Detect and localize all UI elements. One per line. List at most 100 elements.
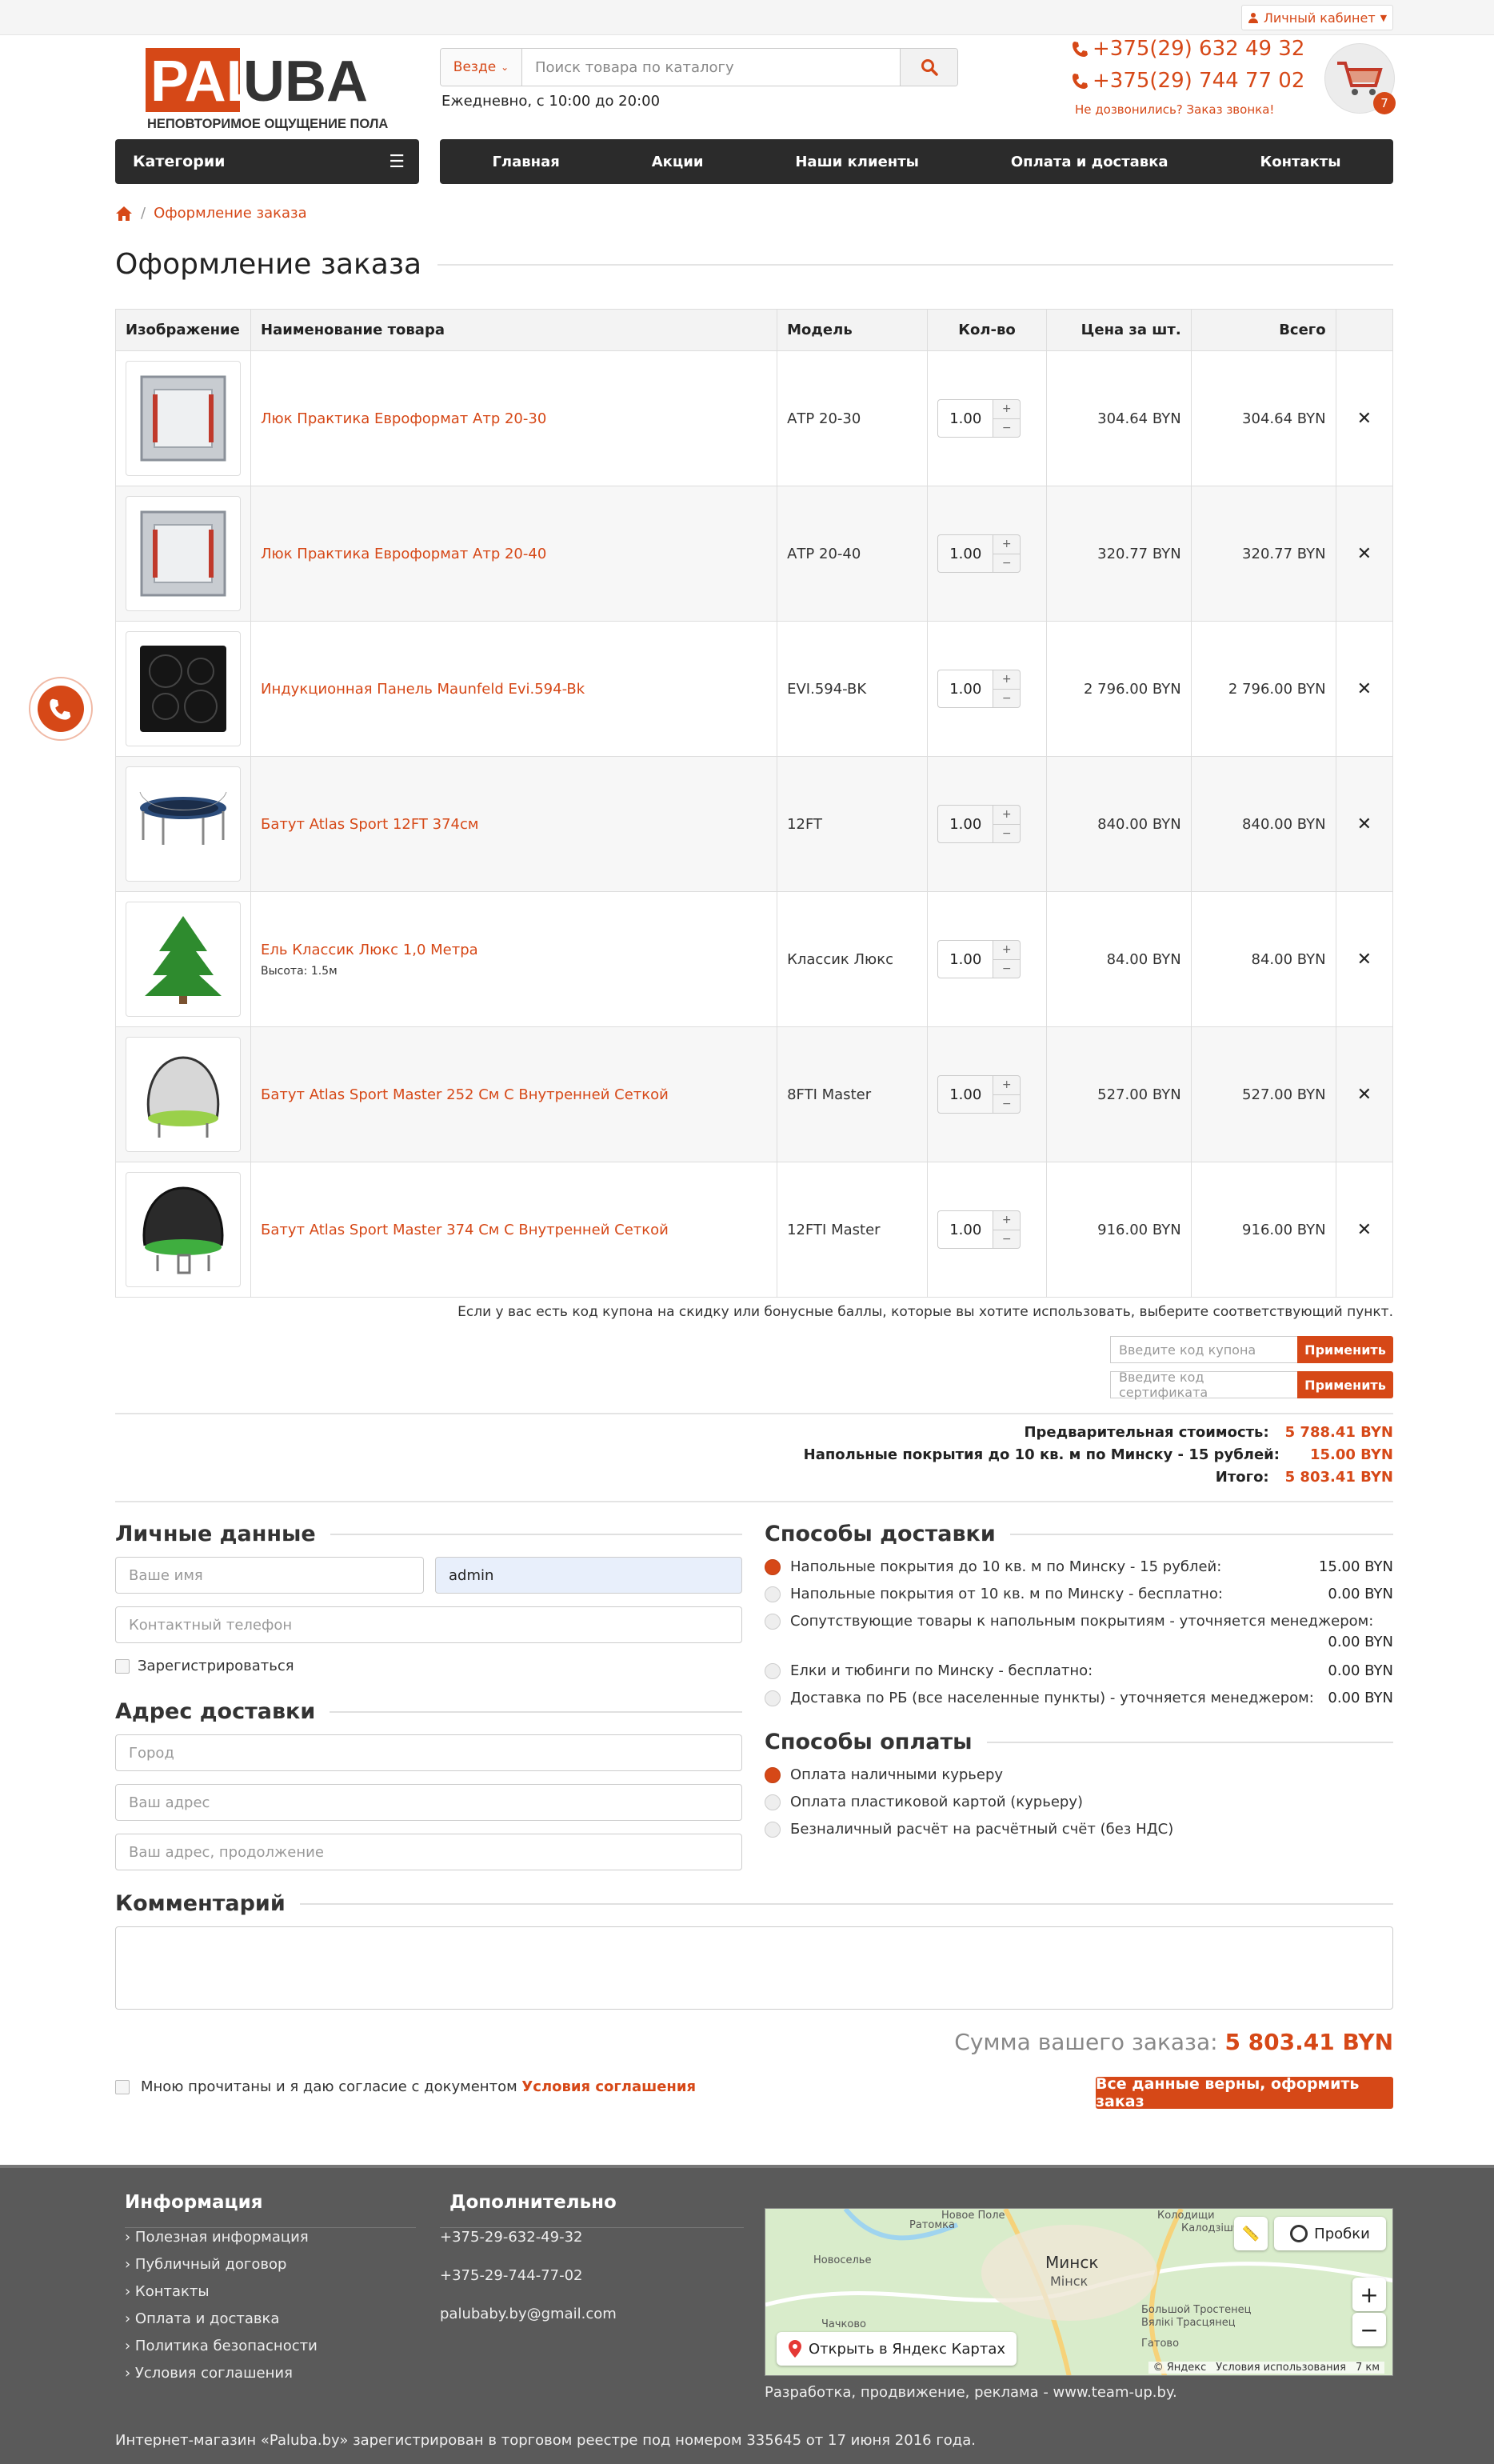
plus-icon[interactable]: + (993, 400, 1021, 419)
radio-selected-icon[interactable] (765, 1766, 781, 1783)
open-yandex-maps-button[interactable]: Открыть в Яндекс Картах (777, 2332, 1017, 2366)
minus-icon[interactable]: − (993, 1230, 1020, 1249)
zoom-in-button[interactable]: + (1352, 2278, 1386, 2311)
remove-icon[interactable]: ✕ (1335, 621, 1394, 757)
username-field[interactable]: admin (435, 1557, 742, 1594)
name-field[interactable]: Ваше имя (115, 1557, 424, 1594)
minus-icon[interactable]: − (993, 960, 1020, 978)
quantity-stepper[interactable]: 1.00 + − (937, 1210, 1037, 1249)
product-name-link[interactable]: Люк Практика Евроформат Атр 20-30 (261, 410, 767, 427)
phone-1[interactable]: +375(29) 632 49 32 (1072, 37, 1304, 61)
payment-option[interactable]: Оплата пластиковой картой (курьеру) (765, 1794, 1083, 1810)
product-thumbnail[interactable] (126, 496, 241, 611)
plus-icon[interactable]: + (993, 1211, 1021, 1230)
radio-icon[interactable] (765, 1821, 781, 1838)
product-name-link[interactable]: Ель Классик Люкс 1,0 Метра (261, 942, 767, 958)
remove-icon[interactable]: ✕ (1335, 1162, 1394, 1298)
footer-phone-2[interactable]: +375-29-744-77-02 (440, 2267, 583, 2284)
zoom-out-button[interactable]: − (1352, 2313, 1386, 2346)
coupon-input[interactable]: Введите код купона (1110, 1336, 1297, 1363)
phone-field[interactable]: Контактный телефон (115, 1606, 742, 1643)
phone-2[interactable]: +375(29) 744 77 02 (1072, 69, 1304, 93)
minus-icon[interactable]: − (993, 1095, 1020, 1114)
quantity-input[interactable]: 1.00 (937, 805, 994, 843)
checkbox-icon[interactable] (115, 2079, 130, 2094)
payment-option[interactable]: Оплата наличными курьеру (765, 1766, 1003, 1783)
product-thumbnail[interactable] (126, 631, 241, 746)
apply-coupon-button[interactable]: Применить (1297, 1336, 1393, 1363)
minus-icon[interactable]: − (993, 419, 1020, 438)
minus-icon[interactable]: − (993, 825, 1020, 843)
product-thumbnail[interactable] (126, 1037, 241, 1152)
remove-icon[interactable]: ✕ (1335, 350, 1394, 486)
footer-link[interactable]: › Публичный договор (125, 2256, 286, 2273)
quantity-input[interactable]: 1.00 (937, 399, 994, 438)
callback-widget[interactable] (29, 677, 93, 741)
remove-icon[interactable]: ✕ (1335, 756, 1394, 892)
delivery-option[interactable]: Напольные покрытия от 10 кв. м по Минску… (765, 1586, 1223, 1602)
quantity-input[interactable]: 1.00 (937, 940, 994, 978)
footer-email[interactable]: palubaby.by@gmail.com (440, 2306, 617, 2322)
quantity-input[interactable]: 1.00 (937, 1075, 994, 1114)
menu-item-payment-delivery[interactable]: Оплата и доставка (1011, 154, 1168, 170)
cart-button[interactable]: 7 (1324, 43, 1396, 114)
product-thumbnail[interactable] (126, 766, 241, 882)
agreement-checkbox[interactable]: Мною прочитаны и я даю согласие с докуме… (115, 2078, 696, 2095)
quantity-stepper[interactable]: 1.00 + − (937, 399, 1037, 438)
quantity-stepper[interactable]: 1.00 + − (937, 670, 1037, 708)
product-name-link[interactable]: Люк Практика Евроформат Атр 20-40 (261, 546, 767, 562)
confirm-order-button[interactable]: Все данные верны, оформить заказ (1096, 2075, 1393, 2110)
account-button[interactable]: Личный кабинет ▼ (1241, 5, 1393, 30)
quantity-input[interactable]: 1.00 (937, 1210, 994, 1249)
quantity-stepper[interactable]: 1.00 + − (937, 1075, 1037, 1114)
breadcrumb-current[interactable]: Оформление заказа (154, 205, 307, 222)
search-scope-dropdown[interactable]: Везде ⌄ (441, 49, 522, 86)
agreement-link[interactable]: Условия соглашения (521, 2078, 696, 2095)
delivery-option[interactable]: Доставка по РБ (все населенные пункты) -… (765, 1690, 1314, 1706)
menu-item-promotions[interactable]: Акции (652, 154, 704, 170)
footer-link[interactable]: › Оплата и доставка (125, 2310, 279, 2327)
product-name-link[interactable]: Индукционная Панель Maunfeld Evi.594-Bk (261, 681, 767, 698)
plus-icon[interactable]: + (993, 941, 1021, 960)
menu-item-clients[interactable]: Наши клиенты (795, 154, 919, 170)
product-thumbnail[interactable] (126, 361, 241, 476)
apply-certificate-button[interactable]: Применить (1297, 1371, 1393, 1398)
plus-icon[interactable]: + (993, 535, 1021, 554)
callback-link[interactable]: Не дозвонились? Заказ звонка! (1075, 102, 1274, 117)
menu-item-contacts[interactable]: Контакты (1260, 154, 1340, 170)
city-field[interactable]: Город (115, 1734, 742, 1771)
delivery-option[interactable]: Елки и тюбинги по Минску - бесплатно: (765, 1662, 1093, 1679)
product-name-link[interactable]: Батут Atlas Sport Master 252 См С Внутре… (261, 1086, 767, 1103)
product-thumbnail[interactable] (126, 902, 241, 1017)
developer-credit[interactable]: Разработка, продвижение, реклама - www.t… (765, 2384, 1177, 2401)
minus-icon[interactable]: − (993, 554, 1020, 573)
ruler-button[interactable]: 📏 (1234, 2217, 1268, 2250)
footer-link[interactable]: › Контакты (125, 2283, 210, 2300)
address-2-field[interactable]: Ваш адрес, продолжение (115, 1834, 742, 1870)
certificate-input[interactable]: Введите код сертификата (1110, 1370, 1297, 1400)
footer-link[interactable]: › Условия соглашения (125, 2365, 293, 2382)
radio-icon[interactable] (765, 1794, 781, 1810)
plus-icon[interactable]: + (993, 1076, 1021, 1095)
quantity-input[interactable]: 1.00 (937, 534, 994, 573)
minus-icon[interactable]: − (993, 690, 1020, 708)
footer-link[interactable]: › Полезная информация (125, 2229, 309, 2246)
address-field[interactable]: Ваш адрес (115, 1784, 742, 1821)
radio-icon[interactable] (765, 1613, 781, 1630)
radio-icon[interactable] (765, 1662, 781, 1679)
remove-icon[interactable]: ✕ (1335, 1026, 1394, 1162)
home-icon[interactable] (115, 206, 133, 222)
product-name-link[interactable]: Батут Atlas Sport 12FT 374см (261, 816, 767, 833)
radio-selected-icon[interactable] (765, 1558, 781, 1575)
payment-option[interactable]: Безналичный расчёт на расчётный счёт (бе… (765, 1821, 1173, 1838)
quantity-stepper[interactable]: 1.00 + − (937, 534, 1037, 573)
categories-button[interactable]: Категории ☰ (115, 139, 419, 184)
remove-icon[interactable]: ✕ (1335, 486, 1394, 622)
checkbox-icon[interactable] (115, 1658, 130, 1674)
menu-item-home[interactable]: Главная (492, 154, 559, 170)
search-input[interactable] (522, 49, 900, 86)
search-button[interactable] (900, 49, 957, 86)
yandex-map[interactable]: Минск Мінск Ратомка Новосельe Новое Поле… (765, 2208, 1393, 2376)
footer-phone-1[interactable]: +375-29-632-49-32 (440, 2229, 583, 2246)
delivery-option[interactable]: Сопутствующие товары к напольным покрыти… (765, 1613, 1373, 1630)
